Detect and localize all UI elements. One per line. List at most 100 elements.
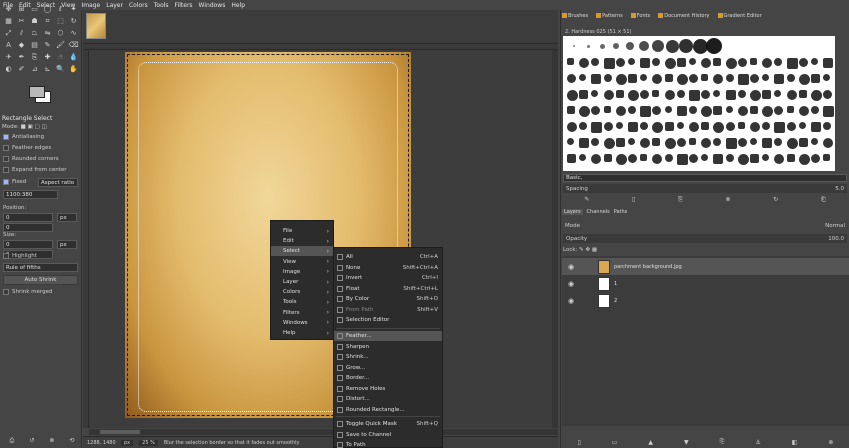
paintbrush-icon[interactable]: 🖌 [54, 39, 67, 51]
brush-preview[interactable] [811, 138, 818, 145]
brush-preview[interactable] [786, 154, 795, 162]
select-menu-item-border[interactable]: Border... [334, 373, 442, 383]
layer-row[interactable]: ◉ 2 [562, 292, 849, 309]
brush-preview[interactable] [823, 90, 833, 99]
perspective-icon[interactable]: ⏢ [28, 27, 41, 39]
brush-preview[interactable] [664, 122, 674, 131]
size-w-field[interactable]: 0 [3, 240, 53, 249]
brush-preview[interactable] [774, 122, 786, 133]
brush-preview[interactable] [676, 74, 688, 85]
scissors-icon[interactable]: ✂ [15, 15, 28, 27]
brush-preview[interactable] [713, 58, 722, 66]
brush-preview[interactable] [725, 106, 733, 113]
brush-preview[interactable] [774, 138, 783, 146]
brush-preview[interactable] [725, 138, 737, 149]
menu-help[interactable]: Help [231, 2, 245, 9]
brush-preview[interactable] [676, 106, 687, 116]
zoom-icon[interactable]: 🔍 [54, 63, 67, 75]
select-menu-item-to-path[interactable]: To Path [334, 440, 442, 448]
feather-edges-option[interactable]: Feather edges [3, 145, 51, 151]
open-brush-icon[interactable]: ⎗ [821, 196, 826, 204]
brush-preview[interactable] [725, 58, 737, 69]
fixed-mode-select[interactable]: Aspect ratio [38, 178, 78, 187]
brush-preview[interactable] [737, 154, 749, 165]
brush-preview[interactable] [737, 58, 747, 67]
layer-mode-row[interactable]: Mode Normal [563, 221, 847, 230]
brush-preview[interactable] [689, 122, 699, 132]
brush-preview[interactable] [591, 138, 600, 146]
brush-preview[interactable] [701, 74, 709, 81]
select-menu-item-rounded-rectangle[interactable]: Rounded Rectangle... [334, 405, 442, 415]
smudge-icon[interactable]: ☝ [54, 51, 67, 63]
brush-preview[interactable] [628, 122, 638, 132]
brush-preview[interactable] [713, 154, 724, 164]
fixed-option[interactable]: Fixed [3, 179, 26, 185]
rotate-icon[interactable]: ↻ [67, 15, 80, 27]
lock-alpha-icon[interactable]: ▦ [592, 247, 597, 253]
brush-preview[interactable] [811, 122, 821, 132]
brush-preview[interactable] [823, 74, 831, 81]
brush-preview[interactable] [579, 74, 587, 81]
brush-preview[interactable] [689, 154, 698, 163]
mask-layer-icon[interactable]: ◧ [792, 439, 798, 446]
brush-preview[interactable] [701, 58, 712, 68]
hand-icon[interactable]: ✋ [67, 63, 80, 75]
menu-layer[interactable]: Layer [106, 2, 123, 9]
image-tab-thumbnail[interactable] [86, 13, 106, 39]
brush-preview[interactable] [750, 138, 757, 145]
select-menu-item-distort[interactable]: Distort... [334, 394, 442, 404]
brush-preview[interactable] [603, 122, 613, 131]
lock-position-icon[interactable]: ✥ [586, 247, 591, 253]
brush-preview[interactable] [701, 90, 711, 99]
expand-from-center-option[interactable]: Expand from center [3, 167, 67, 173]
unit-select[interactable]: px [121, 439, 134, 446]
brush-preview[interactable] [591, 74, 602, 84]
context-menu-item-colors[interactable]: Colors › [271, 287, 333, 297]
brush-preview[interactable] [737, 74, 749, 85]
brush-preview[interactable] [676, 138, 686, 147]
context-menu-item-edit[interactable]: Edit › [271, 236, 333, 246]
brush-preview[interactable] [626, 42, 634, 50]
warp-icon[interactable]: ∿ [67, 27, 80, 39]
brush-preview[interactable] [665, 39, 679, 53]
blur-icon[interactable]: 💧 [67, 51, 80, 63]
size-unit-select[interactable]: px [57, 240, 77, 249]
duplicate-brush-icon[interactable]: ⎘ [678, 196, 683, 204]
shear-icon[interactable]: ⫽ [15, 27, 28, 39]
horizontal-scrollbar[interactable] [89, 429, 558, 435]
save-options-icon[interactable]: ⎙ [10, 437, 15, 445]
new-layer-icon[interactable]: ▯ [577, 439, 580, 446]
brush-preview[interactable] [823, 122, 832, 130]
mode-replace-icon[interactable]: ■ [21, 124, 26, 130]
brush-preview[interactable] [750, 58, 757, 65]
highlight-option[interactable]: Highlight [3, 253, 37, 259]
antialiasing-option[interactable]: Antialiasing [3, 134, 44, 140]
mode-intersect-icon[interactable]: ◫ [41, 124, 46, 130]
cage-icon[interactable]: ⬡ [54, 27, 67, 39]
brush-preview[interactable] [567, 122, 577, 132]
brush-preview[interactable] [567, 90, 578, 101]
visibility-eye-icon[interactable]: ◉ [568, 280, 574, 288]
brush-preview[interactable] [628, 90, 639, 101]
brush-preview[interactable] [689, 58, 696, 65]
brush-preview[interactable] [786, 138, 798, 149]
brush-preview[interactable] [567, 138, 574, 145]
brush-preview[interactable] [640, 106, 652, 117]
zoom-select[interactable]: 25 % [139, 439, 158, 446]
brush-preview[interactable] [798, 138, 808, 147]
horizontal-scroll-thumb[interactable] [100, 430, 140, 434]
menu-filters[interactable]: Filters [175, 2, 193, 9]
anchor-layer-icon[interactable]: ⚓ [755, 439, 760, 446]
brush-preview[interactable] [615, 58, 625, 67]
new-group-icon[interactable]: ▭ [612, 439, 618, 446]
brush-preview[interactable] [725, 154, 734, 162]
lasso-icon[interactable]: ℓ [54, 3, 67, 15]
select-menu-item-grow[interactable]: Grow... [334, 363, 442, 373]
select-menu-item-invert[interactable]: Invert Ctrl+I [334, 273, 442, 283]
brush-preview[interactable] [603, 58, 615, 69]
brush-preview[interactable] [567, 58, 574, 65]
unified-transform-icon[interactable]: ⬚ [54, 15, 67, 27]
brush-preview[interactable] [786, 106, 794, 113]
brush-preview[interactable] [762, 106, 774, 117]
move-tool-icon[interactable]: ✥ [2, 3, 15, 15]
